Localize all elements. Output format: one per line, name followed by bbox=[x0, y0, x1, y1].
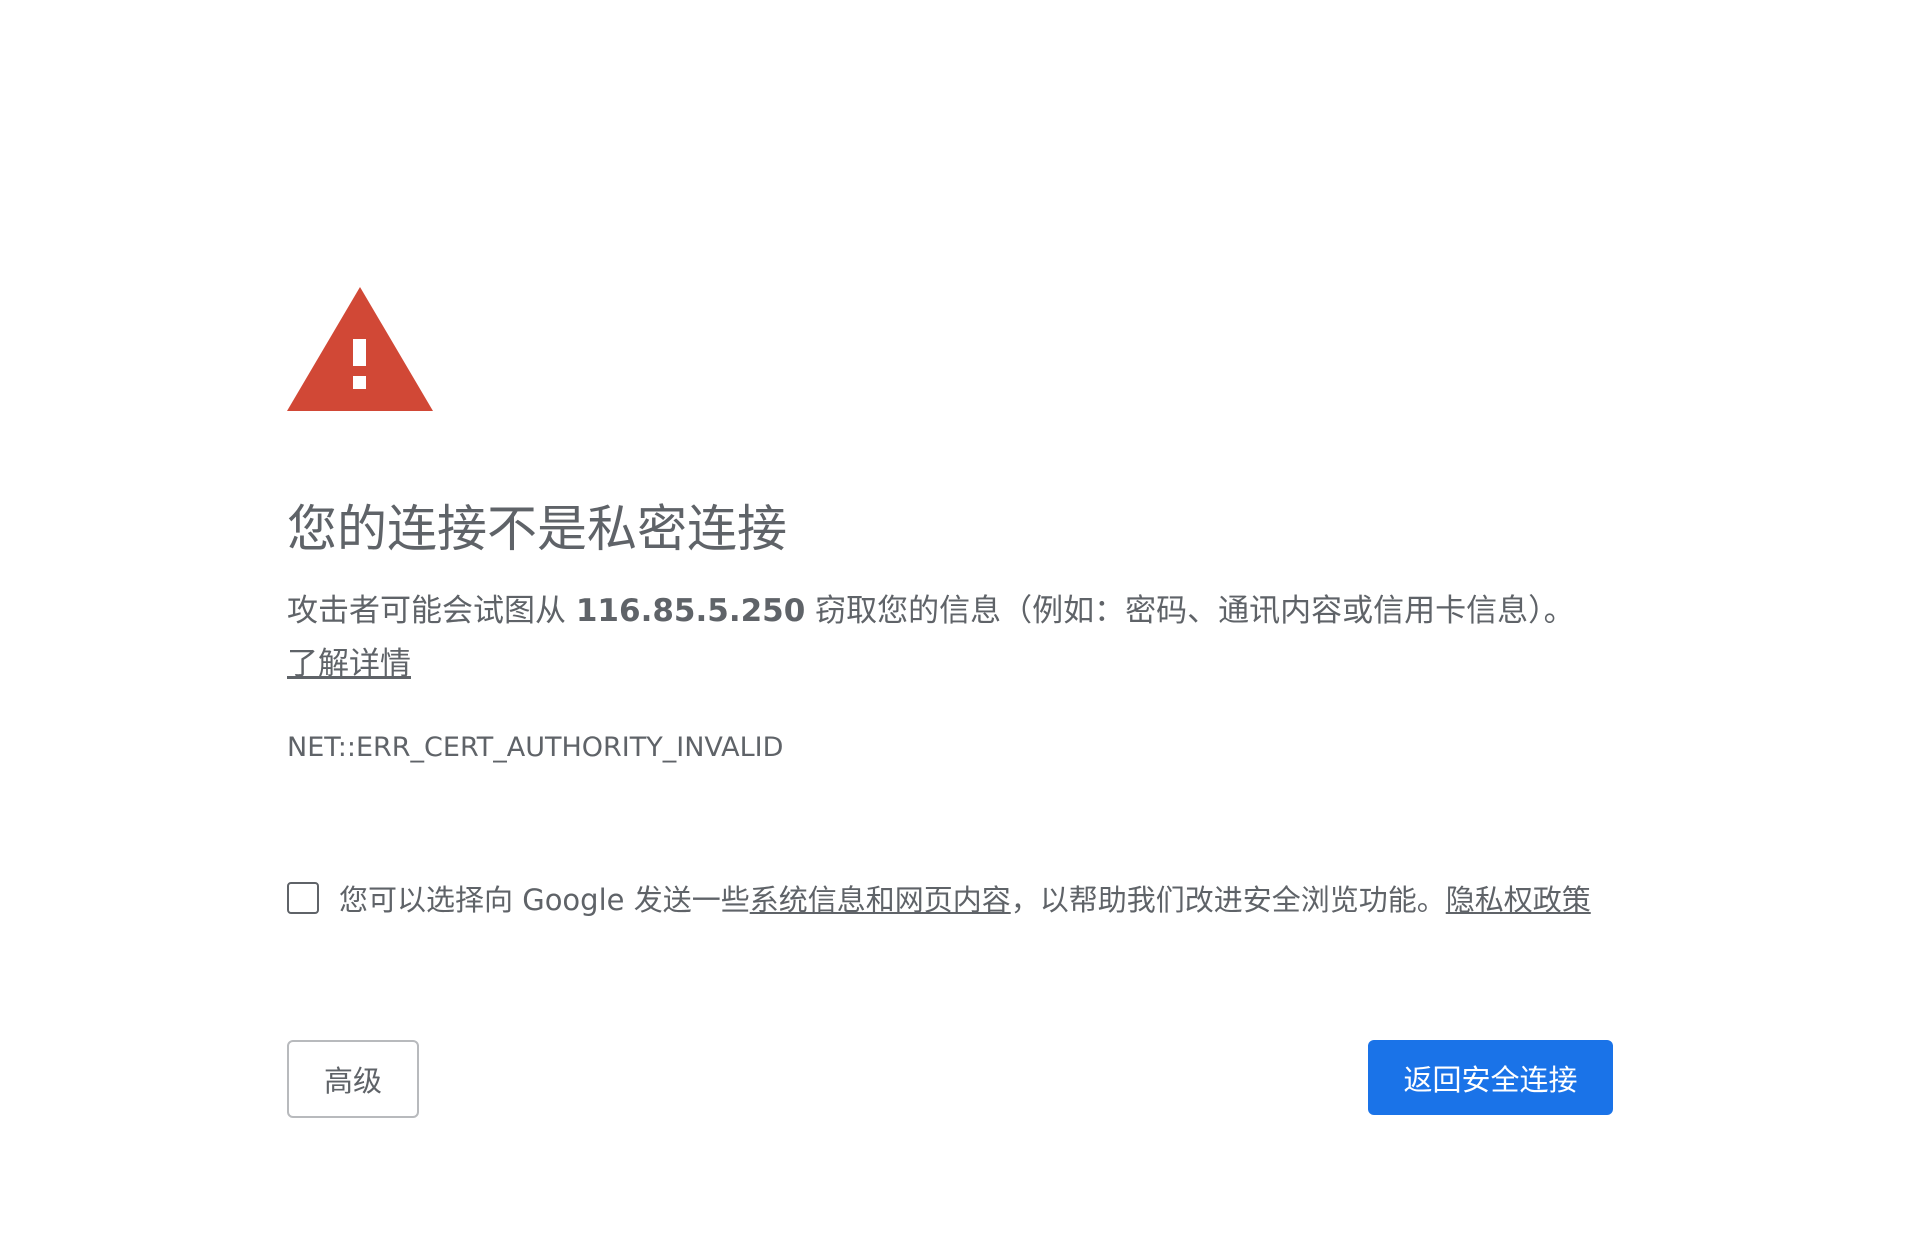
explanation-suffix: 窃取您的信息（例如：密码、通讯内容或信用卡信息）。 bbox=[805, 593, 1575, 629]
optin-text-before: 您可以选择向 Google 发送一些 bbox=[339, 883, 750, 917]
warning-triangle-icon bbox=[287, 287, 433, 411]
back-to-safety-button[interactable]: 返回安全连接 bbox=[1368, 1040, 1613, 1115]
privacy-policy-link[interactable]: 隐私权政策 bbox=[1446, 877, 1591, 919]
interstitial-container: 您的连接不是私密连接 攻击者可能会试图从 116.85.5.250 窃取您的信息… bbox=[287, 287, 1613, 1118]
host-address: 116.85.5.250 bbox=[575, 593, 806, 629]
safe-browsing-optin: 您可以选择向 Google 发送一些 系统信息和网页内容 ，以帮助我们改进安全浏览功… bbox=[287, 877, 1591, 919]
page-title: 您的连接不是私密连接 bbox=[287, 500, 787, 558]
explanation-text: 攻击者可能会试图从 116.85.5.250 窃取您的信息（例如：密码、通讯内容… bbox=[287, 585, 1577, 691]
system-info-link[interactable]: 系统信息和网页内容 bbox=[750, 877, 1011, 919]
advanced-button[interactable]: 高级 bbox=[287, 1040, 419, 1118]
explanation-prefix: 攻击者可能会试图从 bbox=[287, 593, 576, 629]
optin-text-after: ，以帮助我们改进安全浏览功能。 bbox=[1010, 883, 1446, 917]
learn-more-link[interactable]: 了解详情 bbox=[287, 646, 411, 682]
error-code: NET::ERR_CERT_AUTHORITY_INVALID bbox=[287, 732, 784, 763]
optin-checkbox[interactable] bbox=[287, 882, 319, 914]
